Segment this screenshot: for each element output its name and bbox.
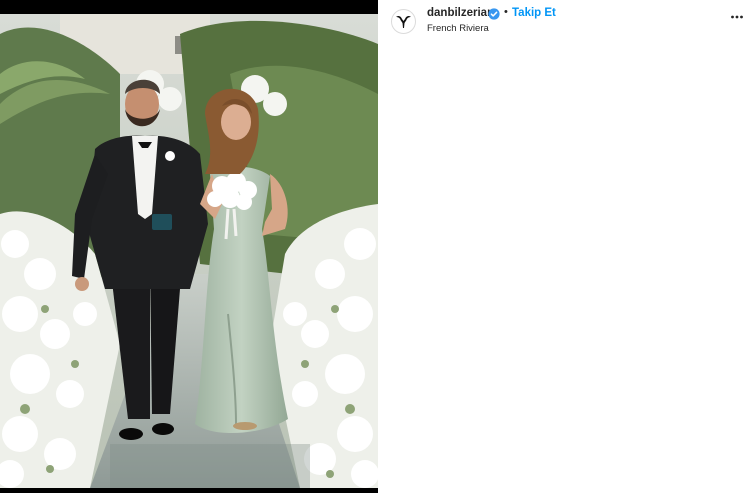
post-header: danbilzerian • Takip Et French Riviera bbox=[378, 0, 750, 44]
wedding-photo-illustration bbox=[0, 14, 378, 488]
ram-skull-logo-icon bbox=[396, 15, 411, 28]
post-media-pane bbox=[0, 0, 378, 493]
more-options-icon[interactable] bbox=[730, 10, 744, 24]
post-photo[interactable] bbox=[0, 14, 378, 488]
profile-avatar[interactable] bbox=[391, 9, 416, 34]
username-link[interactable]: danbilzerian bbox=[427, 7, 494, 19]
verified-badge-icon bbox=[488, 8, 500, 20]
separator-dot: • bbox=[504, 6, 508, 18]
follow-button[interactable]: Takip Et bbox=[512, 7, 556, 19]
location-link[interactable]: French Riviera bbox=[427, 23, 489, 34]
